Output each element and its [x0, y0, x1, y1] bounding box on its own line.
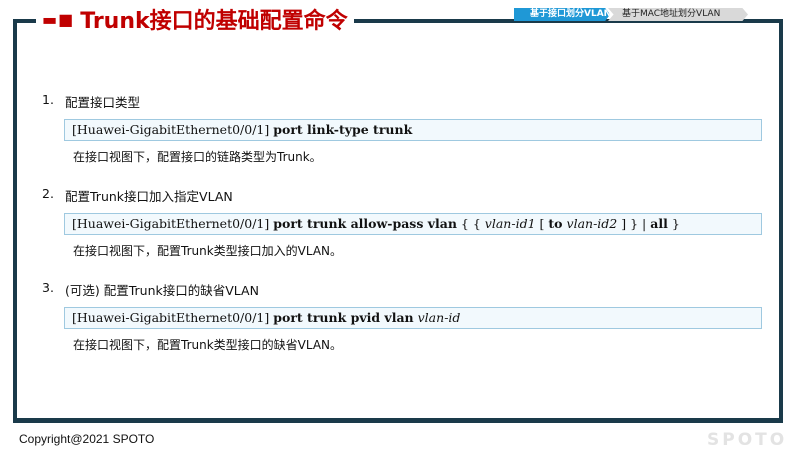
command-keyword-all: all	[650, 216, 668, 231]
copyright-text: Copyright@2021 SPOTO	[19, 432, 155, 446]
item-description: 在接口视图下，配置接口的链路类型为Trunk。	[73, 150, 322, 164]
item-heading: 1. 配置接口类型	[42, 92, 767, 111]
item-heading-text: 配置Trunk接口加入指定VLAN	[65, 189, 233, 204]
command-prompt: [Huawei-GigabitEthernet0/0/1]	[72, 216, 270, 231]
title-text: Trunk接口的基础配置命令	[80, 9, 348, 34]
command-punct: { {	[460, 216, 481, 231]
command-keyword: port trunk pvid vlan	[273, 310, 414, 325]
command-box: [Huawei-GigabitEthernet0/0/1] port trunk…	[64, 307, 762, 329]
command-box: [Huawei-GigabitEthernet0/0/1] port link-…	[64, 119, 762, 141]
item-number: 1.	[42, 92, 54, 107]
command-punct: [	[539, 216, 545, 231]
command-arg: vlan-id	[417, 310, 461, 325]
command-prompt: [Huawei-GigabitEthernet0/0/1]	[72, 122, 270, 137]
item-heading: 3. (可选) 配置Trunk接口的缺省VLAN	[42, 280, 767, 299]
slide-title: ▬■ Trunk接口的基础配置命令	[36, 5, 354, 34]
command-arg: vlan-id1	[484, 216, 536, 231]
command-box: [Huawei-GigabitEthernet0/0/1] port trunk…	[64, 213, 762, 235]
item-block-3: 3. (可选) 配置Trunk接口的缺省VLAN [Huawei-Gigabit…	[42, 280, 767, 360]
item-heading: 2. 配置Trunk接口加入指定VLAN	[42, 186, 767, 205]
item-heading-text: 配置接口类型	[65, 95, 141, 110]
command-punct: }	[671, 216, 680, 231]
item-block-1: 1. 配置接口类型 [Huawei-GigabitEthernet0/0/1] …	[42, 92, 767, 186]
command-punct: ] } |	[621, 216, 647, 231]
content: 1. 配置接口类型 [Huawei-GigabitEthernet0/0/1] …	[42, 92, 767, 360]
item-heading-text: (可选) 配置Trunk接口的缺省VLAN	[65, 283, 259, 298]
tab-interface-vlan[interactable]: 基于接口划分VLAN	[514, 8, 610, 21]
item-block-2: 2. 配置Trunk接口加入指定VLAN [Huawei-GigabitEthe…	[42, 186, 767, 280]
command-prompt: [Huawei-GigabitEthernet0/0/1]	[72, 310, 270, 325]
item-number: 2.	[42, 186, 54, 201]
title-decoration: ▬■	[42, 9, 75, 29]
section-tabs: 基于接口划分VLAN 基于MAC地址划分VLAN	[514, 8, 748, 21]
item-description: 在接口视图下，配置Trunk类型接口加入的VLAN。	[73, 244, 343, 258]
tab-mac-vlan[interactable]: 基于MAC地址划分VLAN	[608, 8, 748, 21]
command-arg: vlan-id2	[566, 216, 618, 231]
item-description: 在接口视图下，配置Trunk类型接口的缺省VLAN。	[73, 338, 343, 352]
item-number: 3.	[42, 280, 54, 295]
command-keyword: port trunk allow-pass vlan	[273, 216, 457, 231]
command-keyword-to: to	[548, 216, 563, 231]
spoto-logo: SPOTO	[707, 430, 788, 450]
command-keyword: port link-type trunk	[273, 122, 413, 137]
